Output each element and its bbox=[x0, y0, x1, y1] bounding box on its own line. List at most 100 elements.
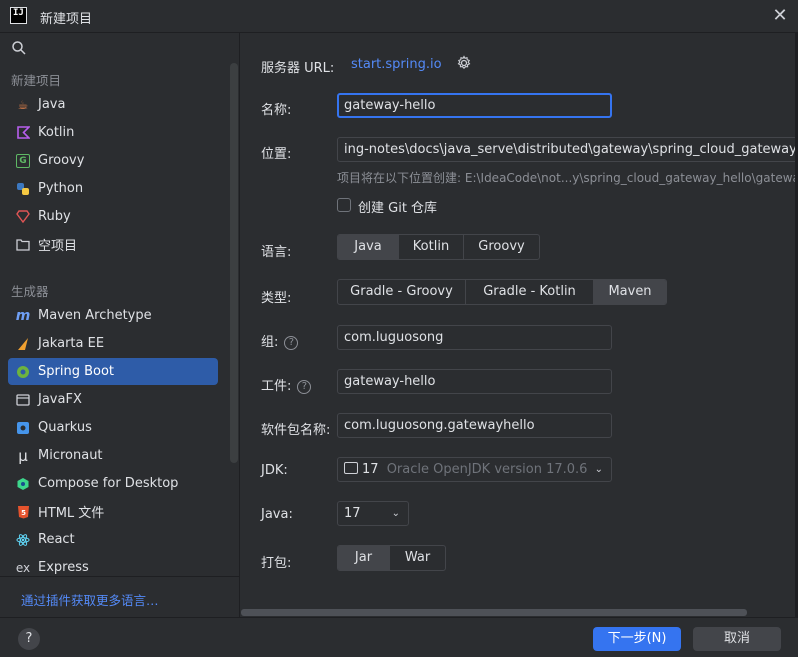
sidebar-item-maven-archetype[interactable]: m Maven Archetype bbox=[8, 302, 218, 329]
sidebar-item-kotlin[interactable]: Kotlin bbox=[8, 119, 218, 146]
language-selector: Java Kotlin Groovy bbox=[337, 234, 540, 260]
build-type-selector: Gradle - Groovy Gradle - Kotlin Maven bbox=[337, 279, 667, 305]
group-input[interactable]: com.luguosong bbox=[337, 325, 612, 350]
jdk-version: 17 bbox=[362, 462, 379, 477]
project-settings-form: 服务器 URL: start.spring.io 名称: gateway-hel… bbox=[241, 33, 798, 617]
language-option-java[interactable]: Java bbox=[338, 235, 399, 259]
jdk-description: Oracle OpenJDK version 17.0.6 bbox=[386, 462, 588, 477]
sidebar-item-label: Quarkus bbox=[38, 420, 92, 435]
location-input[interactable]: ing-notes\docs\java_serve\distributed\ga… bbox=[337, 137, 798, 162]
group-label: 组:? bbox=[261, 331, 299, 350]
plugin-link-area: 通过插件获取更多语言… bbox=[0, 576, 239, 617]
name-input[interactable]: gateway-hello bbox=[337, 93, 612, 118]
generators-section-title: 生成器 bbox=[11, 284, 49, 299]
kotlin-icon bbox=[16, 126, 30, 140]
sidebar-item-label: Express bbox=[38, 560, 89, 575]
create-git-repo-checkbox[interactable] bbox=[337, 198, 351, 212]
sidebar-item-label: Kotlin bbox=[38, 125, 75, 140]
python-icon bbox=[16, 182, 30, 196]
packaging-selector: Jar War bbox=[337, 545, 446, 571]
server-url-label: 服务器 URL: bbox=[261, 61, 335, 76]
sidebar-item-label: 空项目 bbox=[38, 239, 78, 254]
type-option-gradle-groovy[interactable]: Gradle - Groovy bbox=[338, 280, 466, 304]
close-icon[interactable]: ✕ bbox=[770, 6, 790, 26]
intellij-logo-icon: IJ bbox=[10, 7, 27, 24]
sidebar-item-quarkus[interactable]: Quarkus bbox=[8, 414, 218, 441]
sidebar-item-label: Python bbox=[38, 181, 84, 196]
chevron-down-icon: ⌄ bbox=[594, 464, 603, 475]
help-button[interactable]: ? bbox=[18, 628, 40, 650]
sidebar-item-javafx[interactable]: JavaFX bbox=[8, 386, 218, 413]
packaging-option-jar[interactable]: Jar bbox=[338, 546, 390, 570]
jdk-label: JDK: bbox=[261, 463, 288, 478]
sidebar-item-html-file[interactable]: 5 HTML 文件 bbox=[8, 498, 218, 525]
sidebar-item-compose-desktop[interactable]: Compose for Desktop bbox=[8, 470, 218, 497]
server-url-link[interactable]: start.spring.io bbox=[351, 57, 442, 72]
help-icon[interactable]: ? bbox=[297, 380, 312, 394]
jdk-dropdown[interactable]: 17 Oracle OpenJDK version 17.0.6 ⌄ bbox=[337, 457, 612, 482]
sidebar-item-label: Micronaut bbox=[38, 448, 103, 463]
compose-icon bbox=[16, 477, 30, 491]
java-version-value: 17 bbox=[344, 506, 361, 521]
window-title: 新建项目 bbox=[40, 12, 93, 27]
language-option-kotlin[interactable]: Kotlin bbox=[399, 235, 464, 259]
type-option-gradle-kotlin[interactable]: Gradle - Kotlin bbox=[466, 280, 594, 304]
type-option-maven[interactable]: Maven bbox=[594, 280, 666, 304]
java-version-label: Java: bbox=[261, 507, 293, 522]
groovy-icon: G bbox=[16, 153, 30, 168]
java-version-dropdown[interactable]: 17 ⌄ bbox=[337, 501, 409, 526]
sidebar-item-micronaut[interactable]: μ Micronaut bbox=[8, 442, 218, 469]
ruby-icon bbox=[16, 210, 30, 224]
sidebar-item-label: Jakarta EE bbox=[38, 336, 105, 351]
sidebar-item-empty-project[interactable]: 空项目 bbox=[8, 231, 218, 258]
sidebar-item-label: HTML 文件 bbox=[38, 506, 105, 521]
sidebar-scrollbar[interactable] bbox=[230, 63, 238, 463]
sidebar-item-label: Compose for Desktop bbox=[38, 476, 179, 491]
package-name-label: 软件包名称: bbox=[261, 423, 331, 438]
sidebar-item-label: React bbox=[38, 532, 75, 547]
express-icon: ex bbox=[15, 560, 31, 575]
spring-boot-icon bbox=[16, 365, 30, 379]
location-label: 位置: bbox=[261, 147, 292, 162]
group-label-text: 组: bbox=[261, 335, 279, 350]
title-bar: IJ 新建项目 ✕ bbox=[0, 0, 798, 33]
folder-icon bbox=[344, 462, 358, 474]
project-type-sidebar: 新建项目 ☕ Java Kotlin G Groovy Python Ruby … bbox=[0, 33, 240, 617]
packaging-option-war[interactable]: War bbox=[390, 546, 445, 570]
sidebar-item-python[interactable]: Python bbox=[8, 175, 218, 202]
sidebar-item-groovy[interactable]: G Groovy bbox=[8, 147, 218, 174]
next-button[interactable]: 下一步(N) bbox=[593, 627, 681, 651]
sidebar-item-label: Ruby bbox=[38, 209, 71, 224]
artifact-label-text: 工件: bbox=[261, 379, 292, 394]
name-label: 名称: bbox=[261, 103, 292, 118]
sidebar-item-label: JavaFX bbox=[38, 392, 82, 407]
sidebar-item-ruby[interactable]: Ruby bbox=[8, 203, 218, 230]
help-icon[interactable]: ? bbox=[284, 336, 299, 350]
quarkus-icon bbox=[16, 421, 30, 435]
search-icon[interactable] bbox=[11, 40, 27, 56]
dialog-footer: ? 下一步(N) 取消 bbox=[0, 617, 798, 657]
jakarta-icon bbox=[16, 337, 30, 351]
html-icon: 5 bbox=[16, 505, 30, 519]
sidebar-item-java[interactable]: ☕ Java bbox=[8, 91, 218, 118]
sidebar-item-spring-boot[interactable]: Spring Boot bbox=[8, 358, 218, 385]
get-more-languages-link[interactable]: 通过插件获取更多语言… bbox=[21, 590, 159, 609]
javafx-icon bbox=[16, 393, 30, 407]
gear-icon[interactable] bbox=[456, 55, 472, 71]
create-git-repo-label[interactable]: 创建 Git 仓库 bbox=[358, 197, 437, 216]
package-name-input[interactable]: com.luguosong.gatewayhello bbox=[337, 413, 612, 438]
sidebar-item-label: Groovy bbox=[38, 153, 85, 168]
cancel-button[interactable]: 取消 bbox=[693, 627, 781, 651]
language-option-groovy[interactable]: Groovy bbox=[464, 235, 539, 259]
horizontal-scrollbar[interactable] bbox=[241, 609, 747, 616]
location-hint: 项目将在以下位置创建: E:\IdeaCode\not...y\spring_c… bbox=[337, 171, 797, 185]
sidebar-item-jakarta-ee[interactable]: Jakarta EE bbox=[8, 330, 218, 357]
svg-text:5: 5 bbox=[21, 509, 26, 517]
artifact-label: 工件:? bbox=[261, 375, 312, 394]
sidebar-item-react[interactable]: React bbox=[8, 526, 218, 553]
language-label: 语言: bbox=[261, 245, 292, 260]
sidebar-item-label: Maven Archetype bbox=[38, 308, 152, 323]
maven-icon: m bbox=[15, 307, 31, 324]
artifact-input[interactable]: gateway-hello bbox=[337, 369, 612, 394]
chevron-down-icon: ⌄ bbox=[391, 508, 400, 519]
